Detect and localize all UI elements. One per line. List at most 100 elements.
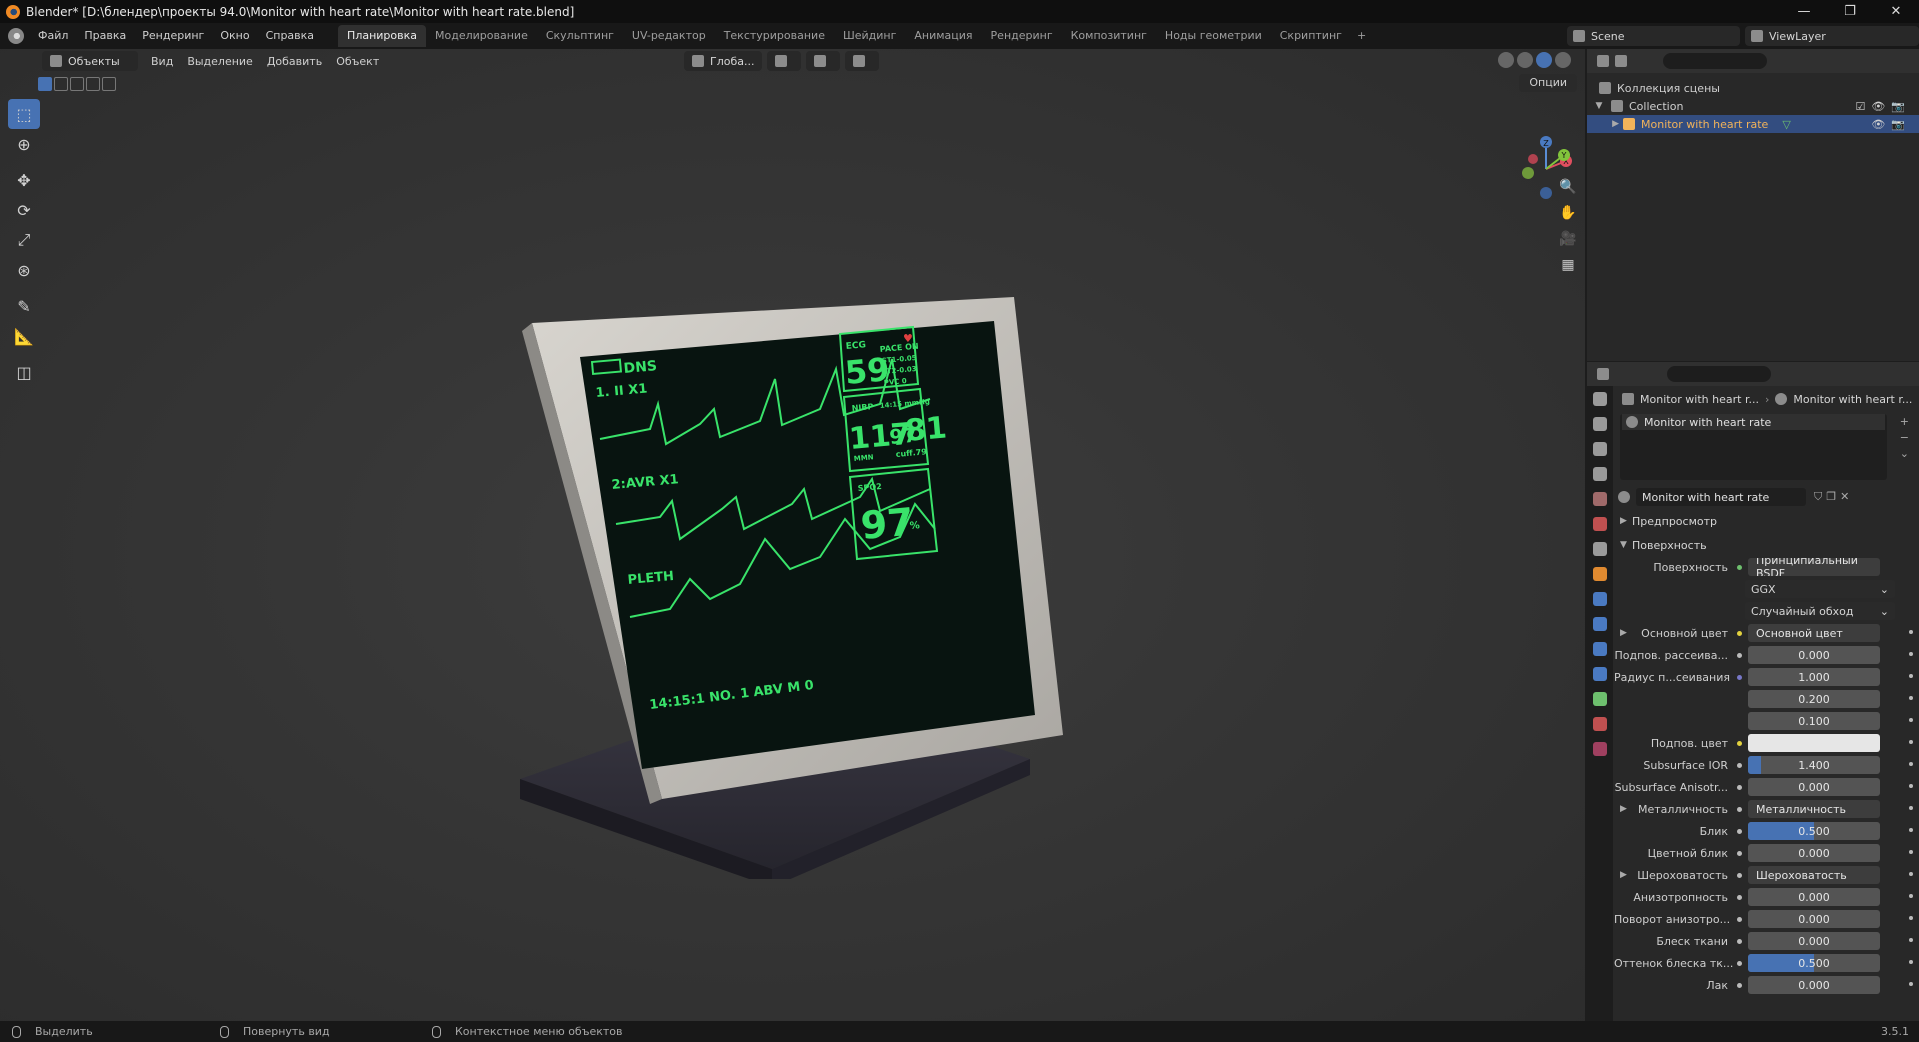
number-field[interactable]: 0.500 [1748,954,1880,972]
subsurface-method-dropdown[interactable]: Случайный обход ⌄ [1614,600,1919,622]
select-subtract-icon[interactable] [70,77,84,91]
number-field[interactable]: 1.400 [1748,756,1880,774]
number-field[interactable]: 0.000 [1748,778,1880,796]
snap-toggle[interactable] [806,51,841,71]
select-extend-icon[interactable] [54,77,68,91]
select-box-tool-icon[interactable]: ⬚ [8,99,40,129]
menu-view[interactable]: Вид [144,55,180,68]
annotate-tool-icon[interactable]: ✎ [8,291,40,321]
material-name-field[interactable]: Monitor with heart rate [1636,488,1806,506]
color-swatch[interactable] [1748,734,1880,752]
select-new-icon[interactable] [38,77,52,91]
particles-tab-icon[interactable] [1593,617,1607,631]
keyframe-dot-icon[interactable] [1909,916,1913,920]
preview-panel-header[interactable]: ▶ Предпросмотр [1614,510,1919,532]
keyframe-dot-icon[interactable] [1909,938,1913,942]
menu-add[interactable]: Добавить [260,55,329,68]
socket-icon[interactable] [1734,784,1744,790]
socket-icon[interactable] [1734,982,1744,988]
surface-shader-field[interactable]: Принципиальный BSDF [1748,558,1880,576]
rotate-tool-icon[interactable]: ⟳ [8,195,40,225]
number-field[interactable]: 0.000 [1748,646,1880,664]
keyframe-dot-icon[interactable] [1909,894,1913,898]
input-expand-icon[interactable]: ▶ [1620,870,1627,880]
select-invert-icon[interactable] [86,77,100,91]
display-mode-icon[interactable] [1615,55,1627,67]
number-field[interactable]: 0.100 [1748,712,1880,730]
socket-icon[interactable] [1734,828,1744,834]
zoom-icon[interactable]: 🔍 [1556,174,1580,200]
socket-icon[interactable] [1734,894,1744,900]
constraints-tab-icon[interactable] [1593,667,1607,681]
keyframe-dot-icon[interactable] [1909,652,1913,656]
physics-tab-icon[interactable] [1593,642,1607,656]
input-expand-icon[interactable]: ▶ [1620,804,1627,814]
menu-object[interactable]: Объект [329,55,386,68]
scene-tab-icon[interactable] [1593,492,1607,506]
tab-scripting[interactable]: Скриптинг [1271,25,1351,47]
linked-input-field[interactable]: Металличность [1748,800,1880,818]
tab-compositing[interactable]: Композитинг [1062,25,1156,47]
keyframe-dot-icon[interactable] [1909,806,1913,810]
number-field[interactable]: 0.500 [1748,822,1880,840]
keyframe-dot-icon[interactable] [1909,762,1913,766]
linked-input-field[interactable]: Шероховатость [1748,866,1880,884]
properties-search-input[interactable] [1667,366,1771,382]
socket-icon[interactable] [1734,806,1744,812]
move-tool-icon[interactable]: ✥ [8,165,40,195]
tab-uv-editing[interactable]: UV-редактор [623,25,715,47]
keyframe-dot-icon[interactable] [1909,630,1913,634]
view-layer-tab-icon[interactable] [1593,467,1607,481]
number-field[interactable]: 0.000 [1748,932,1880,950]
collection-tab-icon[interactable] [1593,542,1607,556]
solid-shading-icon[interactable] [1517,52,1533,68]
options-dropdown[interactable]: Опции [1519,74,1577,92]
menu-help[interactable]: Справка [258,23,322,49]
keyframe-dot-icon[interactable] [1909,696,1913,700]
browse-material-icon[interactable] [1618,491,1630,503]
keyframe-dot-icon[interactable] [1909,960,1913,964]
material-tab-icon[interactable] [1593,717,1607,731]
modifiers-tab-icon[interactable] [1593,592,1607,606]
slot-add-remove-buttons[interactable]: + − ⌄ [1900,414,1909,462]
world-tab-icon[interactable] [1593,517,1607,531]
select-intersect-icon[interactable] [102,77,116,91]
collection-expand-icon[interactable]: ▼ [1587,101,1611,111]
keyframe-dot-icon[interactable] [1909,784,1913,788]
socket-icon[interactable] [1734,762,1744,768]
keyframe-dot-icon[interactable] [1909,982,1913,986]
add-cube-tool-icon[interactable]: ◫ [8,357,40,387]
socket-icon[interactable] [1734,652,1744,658]
collection-visibility-icons[interactable]: ☑👁📷 [1855,100,1911,113]
input-expand-icon[interactable]: ▶ [1620,628,1627,638]
proportional-edit-toggle[interactable] [845,51,880,71]
perspective-grid-icon[interactable]: ▦ [1556,252,1580,278]
keyframe-dot-icon[interactable] [1909,718,1913,722]
camera-view-icon[interactable]: 🎥 [1556,226,1580,252]
close-button[interactable]: ✕ [1873,0,1919,23]
transform-tool-icon[interactable]: ⊛ [8,255,40,285]
measure-tool-icon[interactable]: 📐 [8,321,40,351]
socket-icon[interactable] [1734,960,1744,966]
socket-icon[interactable] [1734,740,1744,746]
number-field[interactable]: 0.000 [1748,844,1880,862]
outliner-object-row[interactable]: ▶ Monitor with heart rate ▽ 👁📷 [1587,115,1919,133]
number-field[interactable]: 0.200 [1748,690,1880,708]
blender-logo-icon[interactable] [8,28,24,44]
tab-animation[interactable]: Анимация [905,25,981,47]
outliner-editor-type-icon[interactable] [1597,55,1609,67]
menu-render[interactable]: Рендеринг [134,23,212,49]
properties-editor-type-icon[interactable] [1597,368,1609,380]
object-mode-dropdown[interactable]: Объекты [42,51,138,71]
minimize-button[interactable]: — [1781,0,1827,23]
object-visibility-icons[interactable]: 👁📷 [1871,118,1911,131]
socket-icon[interactable] [1734,630,1744,636]
socket-icon[interactable] [1734,850,1744,856]
keyframe-dot-icon[interactable] [1909,828,1913,832]
keyframe-dot-icon[interactable] [1909,674,1913,678]
menu-window[interactable]: Окно [212,23,257,49]
tab-modeling[interactable]: Моделирование [426,25,537,47]
menu-edit[interactable]: Правка [76,23,134,49]
number-field[interactable]: 0.000 [1748,888,1880,906]
tool-tab-icon[interactable] [1593,392,1607,406]
